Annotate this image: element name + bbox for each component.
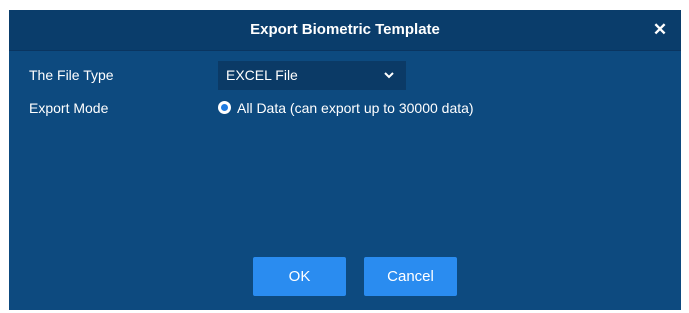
file-type-select[interactable]: EXCEL File xyxy=(218,61,406,90)
dialog-titlebar: Export Biometric Template ✕ xyxy=(9,10,681,51)
ok-button[interactable]: OK xyxy=(253,257,346,296)
export-dialog: Export Biometric Template ✕ The File Typ… xyxy=(9,10,681,310)
dialog-title: Export Biometric Template xyxy=(250,21,440,38)
close-button[interactable]: ✕ xyxy=(651,20,669,40)
chevron-down-icon xyxy=(384,72,394,79)
file-type-value: EXCEL File xyxy=(226,67,298,83)
radio-selected-dot xyxy=(221,104,228,111)
export-mode-label: Export Mode xyxy=(29,100,109,116)
file-type-label: The File Type xyxy=(29,67,114,83)
cancel-button[interactable]: Cancel xyxy=(364,257,457,296)
radio-button[interactable] xyxy=(218,101,231,114)
export-mode-option-label: All Data (can export up to 30000 data) xyxy=(237,100,474,116)
close-icon: ✕ xyxy=(652,20,668,39)
